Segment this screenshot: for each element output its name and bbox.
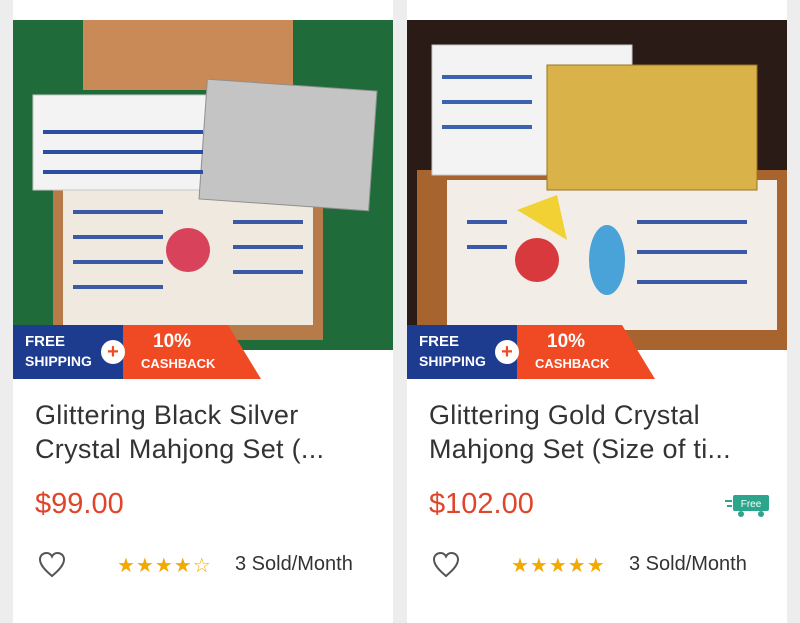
promo-badge: 10% CASHBACK FREE SHIPPING + (407, 325, 657, 379)
sold-per-month: 3 Sold/Month (629, 553, 747, 575)
cashback-label: CASHBACK (141, 356, 216, 371)
rating-stars: ★★★★☆ (117, 555, 212, 577)
free-shipping-line1: FREE (419, 333, 460, 350)
cashback-badge: 10% CASHBACK (111, 325, 261, 379)
product-image[interactable] (13, 20, 393, 350)
cashback-label: CASHBACK (535, 356, 610, 371)
product-image[interactable] (407, 20, 787, 350)
plus-icon: + (495, 340, 519, 364)
heart-outline-icon[interactable] (37, 550, 67, 578)
free-shipping-line2: SHIPPING (419, 353, 486, 369)
promo-badge: 10% CASHBACK FREE SHIPPING + (13, 325, 263, 379)
product-card-black-silver[interactable]: 10% CASHBACK FREE SHIPPING + Glittering … (13, 0, 393, 623)
delivery-truck-icon: Free (725, 495, 769, 517)
cashback-badge: 10% CASHBACK (505, 325, 655, 379)
product-title[interactable]: Glittering Gold Crystal Mahjong Set (Siz… (429, 398, 769, 466)
free-delivery-label: Free (741, 499, 762, 510)
product-title[interactable]: Glittering Black Silver Crystal Mahjong … (35, 398, 375, 466)
free-shipping-line2: SHIPPING (25, 353, 92, 369)
product-price: $99.00 (35, 488, 124, 520)
cashback-percent: 10% (153, 331, 192, 352)
product-price: $102.00 (429, 488, 534, 520)
rating-stars: ★★★★★ (511, 555, 606, 577)
heart-outline-icon[interactable] (431, 550, 461, 578)
sold-per-month: 3 Sold/Month (235, 553, 353, 575)
product-grid: 10% CASHBACK FREE SHIPPING + Glittering … (0, 0, 800, 623)
product-card-gold[interactable]: 10% CASHBACK FREE SHIPPING + Glittering … (407, 0, 787, 623)
free-shipping-line1: FREE (25, 333, 66, 350)
plus-icon: + (101, 340, 125, 364)
cashback-percent: 10% (547, 331, 586, 352)
